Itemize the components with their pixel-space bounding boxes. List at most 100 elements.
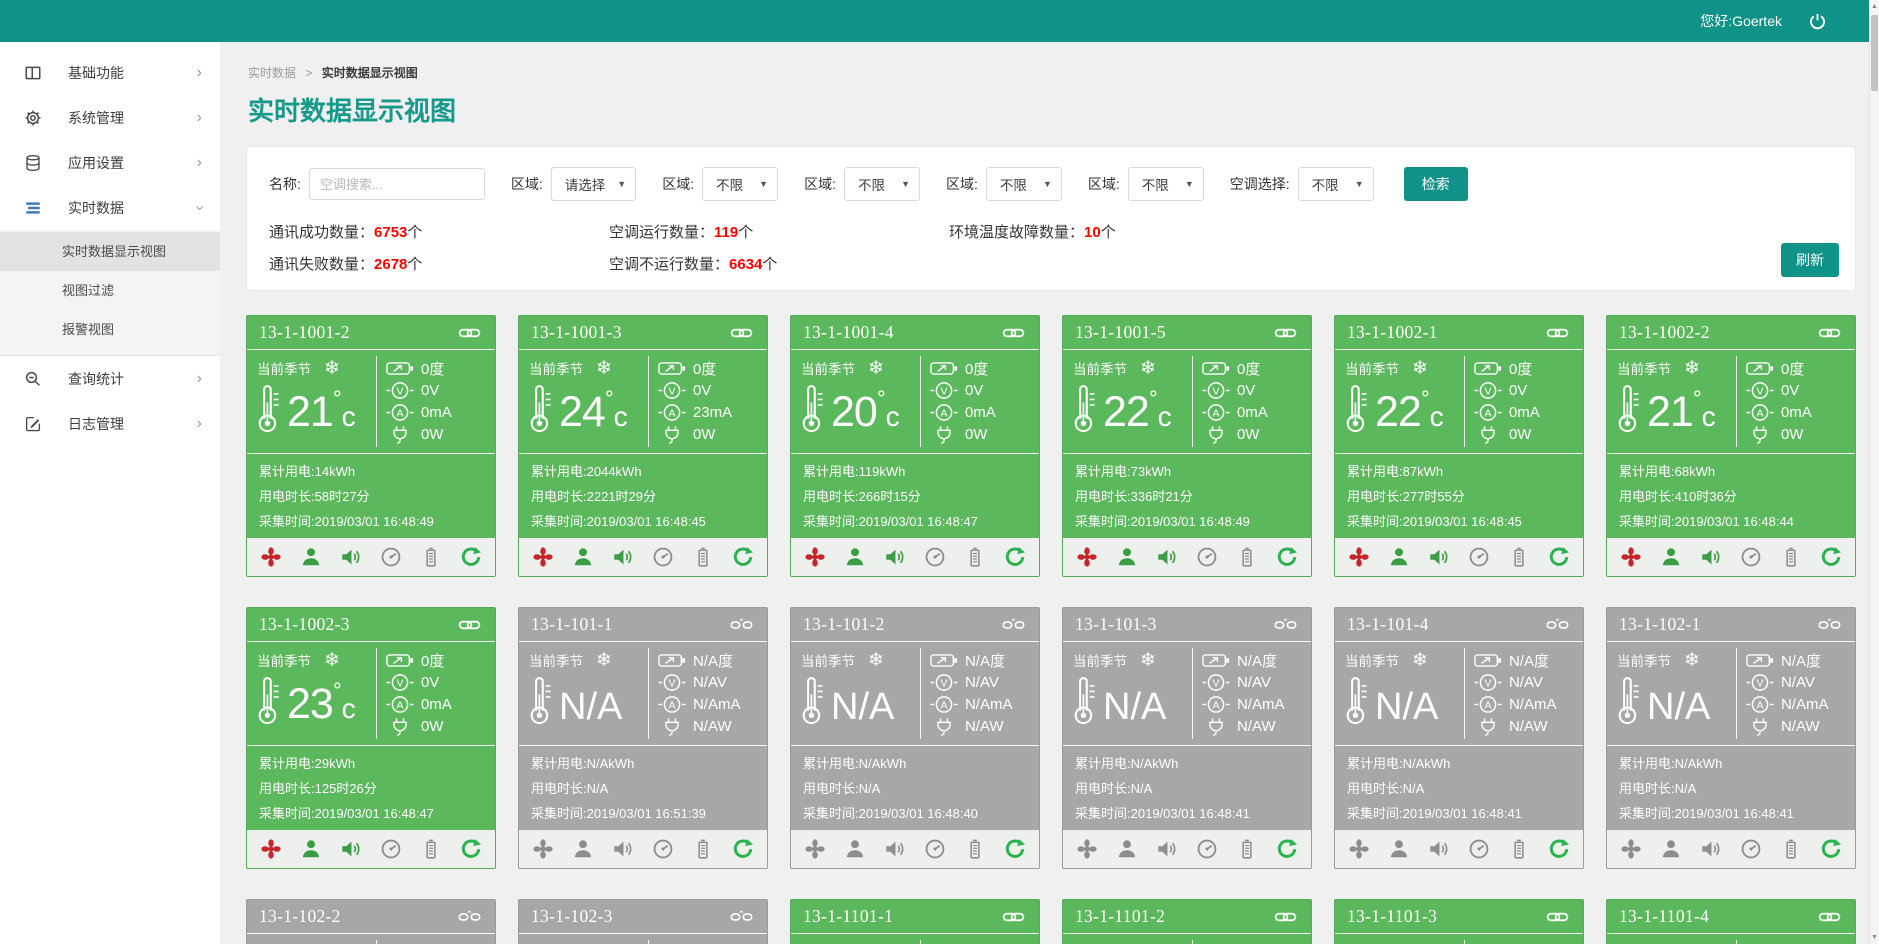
- breadcrumb-parent[interactable]: 实时数据: [248, 66, 296, 80]
- refresh-icon[interactable]: [1548, 546, 1570, 568]
- sidebar-item[interactable]: 日志管理 ›: [0, 401, 220, 446]
- filter-select[interactable]: 不限 ▼: [986, 167, 1062, 201]
- fan-icon[interactable]: [532, 546, 554, 568]
- scroll-up-arrow[interactable]: ▲: [1870, 0, 1879, 13]
- gauge-icon[interactable]: [380, 546, 402, 568]
- speaker-icon[interactable]: [1156, 838, 1178, 860]
- ac-card[interactable]: 13-1-1001-5 当前季节 ❄ 22°c 0度 V 0V A 0m: [1062, 315, 1312, 577]
- fan-icon[interactable]: [260, 838, 282, 860]
- ac-card[interactable]: 13-1-1001-2 当前季节 ❄ 21°c 0度 V 0V A 0m: [246, 315, 496, 577]
- gauge-icon[interactable]: [1468, 838, 1490, 860]
- power-icon[interactable]: [1808, 12, 1827, 31]
- ac-card[interactable]: 13-1-102-3 当前季节 ❄ N/A度 V A: [518, 899, 768, 944]
- sidebar-item[interactable]: 基础功能 ›: [0, 50, 220, 95]
- person-icon[interactable]: [1660, 546, 1682, 568]
- fan-icon[interactable]: [1076, 546, 1098, 568]
- battery-icon[interactable]: [1780, 838, 1802, 860]
- sidebar-item[interactable]: 系统管理 ›: [0, 95, 220, 140]
- speaker-icon[interactable]: [884, 838, 906, 860]
- speaker-icon[interactable]: [1156, 546, 1178, 568]
- battery-icon[interactable]: [964, 838, 986, 860]
- speaker-icon[interactable]: [612, 546, 634, 568]
- fan-icon[interactable]: [1348, 838, 1370, 860]
- ac-card[interactable]: 13-1-1002-2 当前季节 ❄ 21°c 0度 V 0V A 0m: [1606, 315, 1856, 577]
- ac-card[interactable]: 13-1-102-2 当前季节 ❄ N/A度 V A: [246, 899, 496, 944]
- refresh-icon[interactable]: [1276, 546, 1298, 568]
- refresh-icon[interactable]: [1004, 546, 1026, 568]
- refresh-icon[interactable]: [1820, 546, 1842, 568]
- fan-icon[interactable]: [1620, 546, 1642, 568]
- ac-card[interactable]: 13-1-1002-3 当前季节 ❄ 23°c 0度 V 0V A 0m: [246, 607, 496, 869]
- person-icon[interactable]: [572, 546, 594, 568]
- sidebar-item[interactable]: 应用设置 ›: [0, 140, 220, 185]
- person-icon[interactable]: [572, 838, 594, 860]
- scroll-down-arrow[interactable]: ▼: [1870, 931, 1879, 944]
- battery-icon[interactable]: [1780, 546, 1802, 568]
- speaker-icon[interactable]: [1428, 838, 1450, 860]
- scrollbar-thumb[interactable]: [1871, 15, 1878, 91]
- ac-card[interactable]: 13-1-102-1 当前季节 ❄ N/A N/A度 V N/AV A: [1606, 607, 1856, 869]
- sidebar-subitem[interactable]: 报警视图: [0, 310, 220, 349]
- filter-select[interactable]: 不限 ▼: [1298, 167, 1374, 201]
- battery-icon[interactable]: [692, 546, 714, 568]
- gauge-icon[interactable]: [924, 546, 946, 568]
- speaker-icon[interactable]: [340, 838, 362, 860]
- person-icon[interactable]: [300, 546, 322, 568]
- gauge-icon[interactable]: [1468, 546, 1490, 568]
- fan-icon[interactable]: [1076, 838, 1098, 860]
- fan-icon[interactable]: [1348, 546, 1370, 568]
- refresh-button[interactable]: 刷新: [1781, 243, 1839, 277]
- fan-icon[interactable]: [804, 546, 826, 568]
- filter-select[interactable]: 请选择 ▼: [551, 167, 636, 201]
- gauge-icon[interactable]: [1740, 546, 1762, 568]
- ac-card[interactable]: 13-1-101-1 当前季节 ❄ N/A N/A度 V N/AV A: [518, 607, 768, 869]
- search-button[interactable]: 检索: [1404, 167, 1468, 201]
- person-icon[interactable]: [844, 838, 866, 860]
- refresh-icon[interactable]: [460, 838, 482, 860]
- ac-card[interactable]: 13-1-101-3 当前季节 ❄ N/A N/A度 V N/AV A: [1062, 607, 1312, 869]
- fan-icon[interactable]: [804, 838, 826, 860]
- ac-card[interactable]: 13-1-1101-1 当前季节 ❄ 0度 V A: [790, 899, 1040, 944]
- gauge-icon[interactable]: [1196, 838, 1218, 860]
- fan-icon[interactable]: [1620, 838, 1642, 860]
- ac-card[interactable]: 13-1-1101-2 当前季节 ❄ 0度 V A: [1062, 899, 1312, 944]
- sidebar-item[interactable]: 实时数据 ›: [0, 185, 220, 230]
- ac-card[interactable]: 13-1-1001-4 当前季节 ❄ 20°c 0度 V 0V A 0m: [790, 315, 1040, 577]
- refresh-icon[interactable]: [1004, 838, 1026, 860]
- ac-card[interactable]: 13-1-101-4 当前季节 ❄ N/A N/A度 V N/AV A: [1334, 607, 1584, 869]
- fan-icon[interactable]: [532, 838, 554, 860]
- speaker-icon[interactable]: [340, 546, 362, 568]
- person-icon[interactable]: [1388, 838, 1410, 860]
- scrollbar[interactable]: ▲ ▼: [1869, 0, 1879, 944]
- ac-card[interactable]: 13-1-1001-3 当前季节 ❄ 24°c 0度 V 0V A 23: [518, 315, 768, 577]
- refresh-icon[interactable]: [1820, 838, 1842, 860]
- refresh-icon[interactable]: [1548, 838, 1570, 860]
- refresh-icon[interactable]: [460, 546, 482, 568]
- speaker-icon[interactable]: [1700, 838, 1722, 860]
- ac-card[interactable]: 13-1-1101-4 当前季节 ❄ 0度 V A: [1606, 899, 1856, 944]
- sidebar-subitem[interactable]: 实时数据显示视图: [0, 232, 220, 271]
- battery-icon[interactable]: [420, 838, 442, 860]
- sidebar-subitem[interactable]: 视图过滤: [0, 271, 220, 310]
- sidebar-item[interactable]: 查询统计 ›: [0, 356, 220, 401]
- person-icon[interactable]: [844, 546, 866, 568]
- battery-icon[interactable]: [1508, 838, 1530, 860]
- speaker-icon[interactable]: [884, 546, 906, 568]
- filter-select[interactable]: 不限 ▼: [702, 167, 778, 201]
- person-icon[interactable]: [1116, 838, 1138, 860]
- battery-icon[interactable]: [1236, 546, 1258, 568]
- battery-icon[interactable]: [1508, 546, 1530, 568]
- person-icon[interactable]: [1388, 546, 1410, 568]
- refresh-icon[interactable]: [1276, 838, 1298, 860]
- speaker-icon[interactable]: [612, 838, 634, 860]
- gauge-icon[interactable]: [924, 838, 946, 860]
- speaker-icon[interactable]: [1428, 546, 1450, 568]
- gauge-icon[interactable]: [652, 546, 674, 568]
- battery-icon[interactable]: [692, 838, 714, 860]
- person-icon[interactable]: [1660, 838, 1682, 860]
- person-icon[interactable]: [300, 838, 322, 860]
- gauge-icon[interactable]: [652, 838, 674, 860]
- ac-card[interactable]: 13-1-1101-3 当前季节 ❄ 0度 V A: [1334, 899, 1584, 944]
- refresh-icon[interactable]: [732, 838, 754, 860]
- filter-select[interactable]: 不限 ▼: [844, 167, 920, 201]
